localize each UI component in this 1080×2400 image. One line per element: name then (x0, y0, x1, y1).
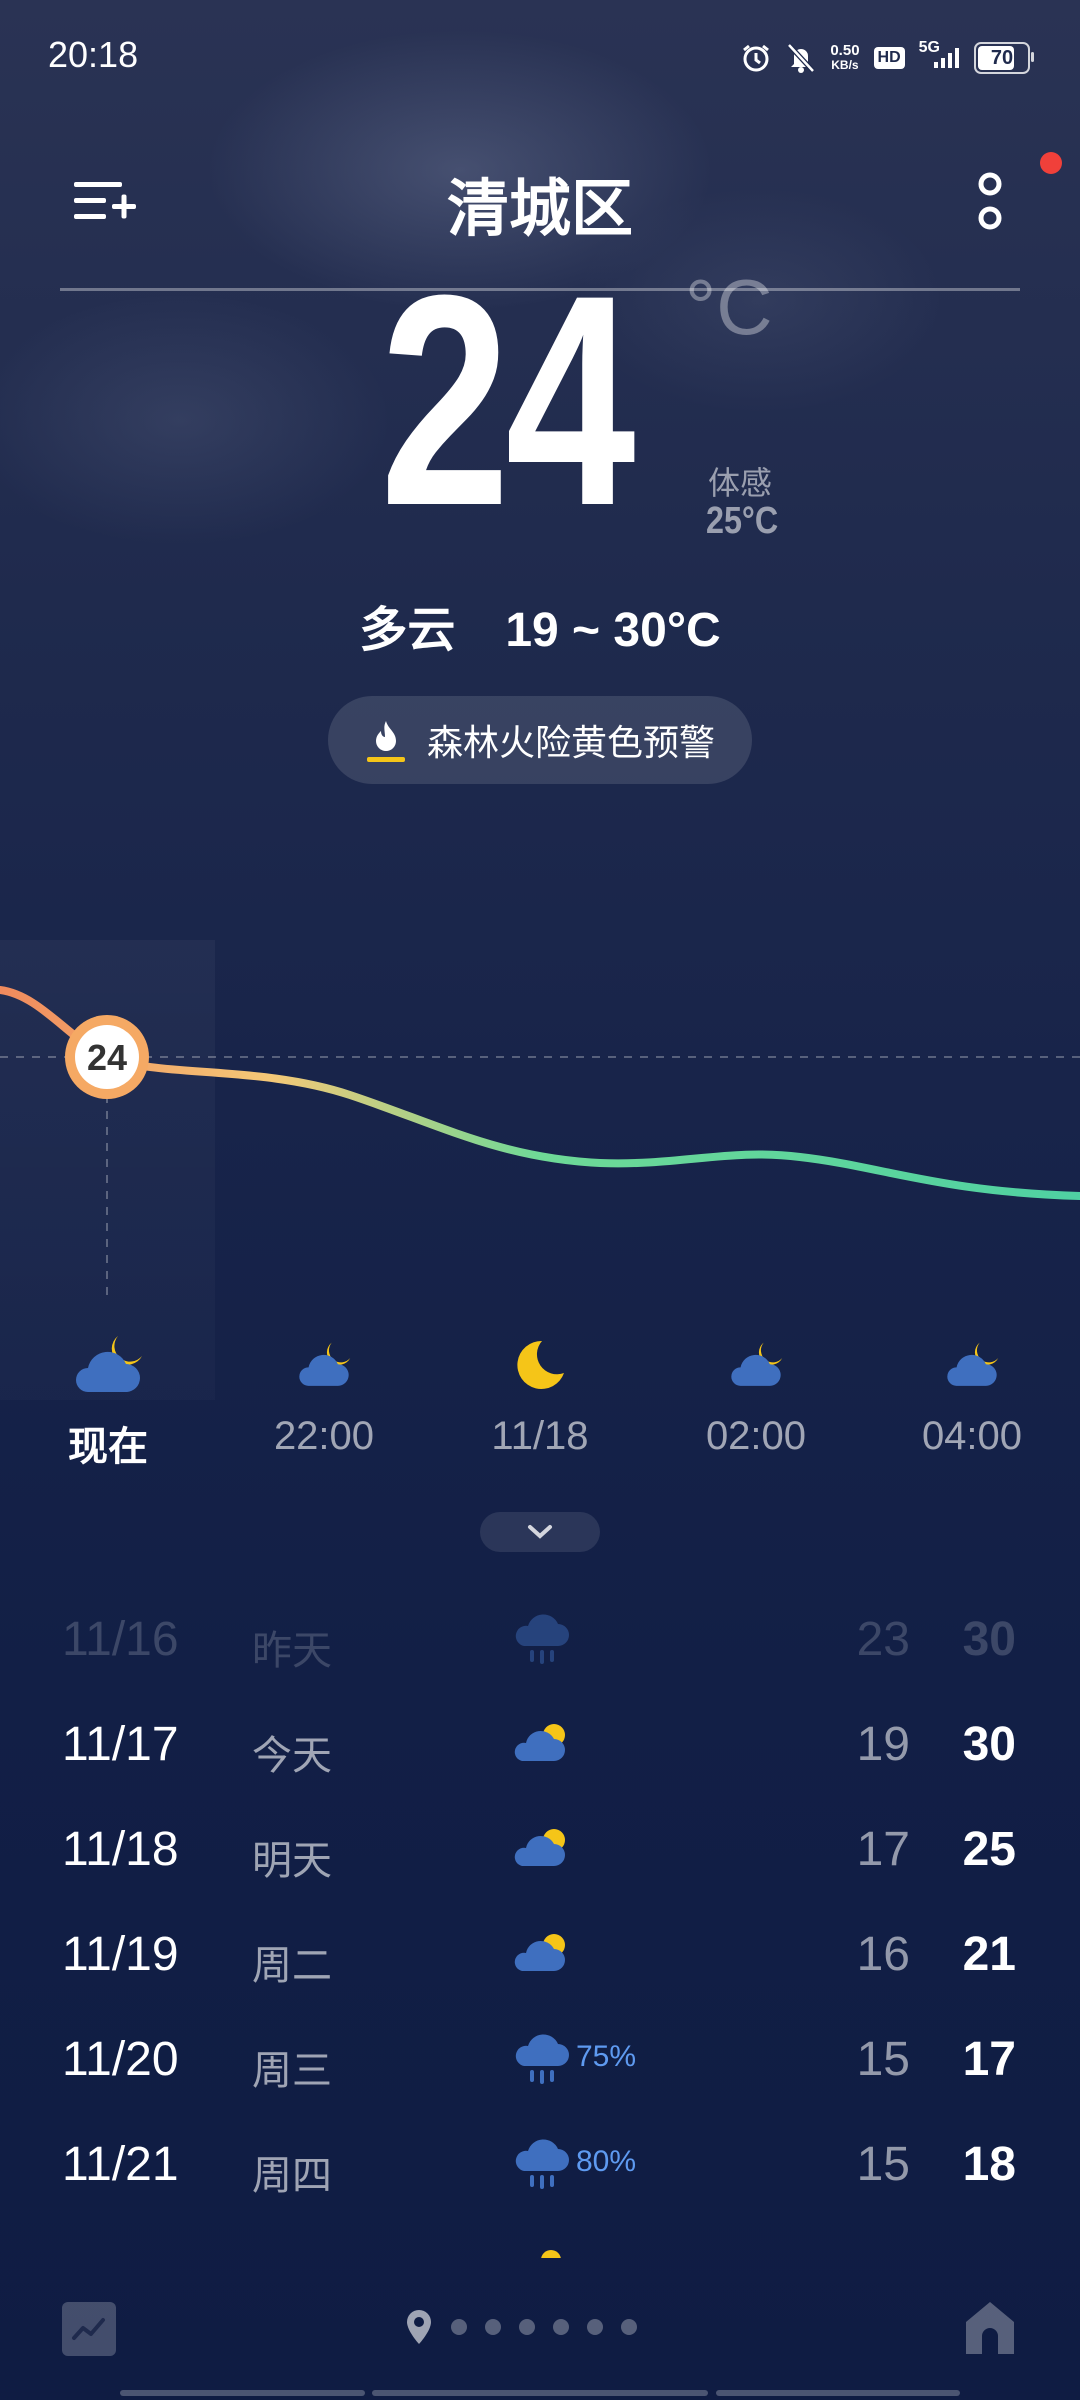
daily-row[interactable]: 11/19 周二 16 21 (0, 1905, 1080, 2005)
daily-high: 18 (962, 2138, 1016, 2191)
nav-handle-segment (120, 2390, 365, 2396)
trend-chart-icon (72, 2318, 105, 2340)
cloudy-night-icon (666, 1330, 846, 1400)
chevron-down-icon (528, 1525, 552, 1539)
location-pin-icon (407, 2310, 431, 2344)
rain-icon (515, 2034, 569, 2084)
signal-icon: 5G (919, 39, 960, 70)
daily-row[interactable]: 11/20 周三 75% 15 17 (0, 2010, 1080, 2110)
temperature-unit: °C (685, 263, 773, 351)
hourly-label: 02:00 (705, 1414, 807, 1458)
nav-handle-segment (716, 2390, 960, 2396)
partly-cloudy-icon (514, 1724, 565, 1761)
hourly-forecast: 现在 22:00 11/18 02:00 04:00 (0, 1330, 1080, 1490)
daily-date: 11/20 (62, 2033, 179, 2086)
page-dot (553, 2319, 569, 2335)
cloudy-night-icon (18, 1330, 198, 1400)
page-dot (485, 2319, 501, 2335)
expand-forecast-button[interactable] (480, 1512, 600, 1552)
daily-day-name: 明天 (252, 1838, 332, 1884)
hourly-item-now: 现在 (18, 1330, 198, 1472)
hourly-label: 04:00 (921, 1414, 1023, 1458)
daily-low: 15 (856, 2033, 910, 2086)
condition-text: 多云 (359, 602, 456, 658)
feels-like-label: 体感 (708, 464, 773, 502)
temp-range: 19 ~ 30°C (505, 604, 721, 657)
partly-cloudy-icon (514, 1934, 565, 1971)
cloudy-night-icon (882, 1330, 1062, 1400)
daily-low: 19 (856, 1718, 910, 1771)
hourly-item: 11/18 (450, 1330, 630, 1459)
daily-day-name: 周四 (252, 2153, 332, 2199)
daily-low: 23 (856, 1613, 910, 1666)
daily-day-name: 周二 (252, 1943, 332, 1989)
hourly-label: 22:00 (273, 1414, 375, 1458)
current-temperature: 24 (380, 232, 636, 568)
status-time: 20:18 (48, 34, 139, 75)
alert-text: 森林火险黄色预警 (426, 723, 715, 764)
daily-high: 17 (962, 2033, 1016, 2086)
daily-date: 11/19 (62, 1928, 179, 1981)
condition-row: 多云 19 ~ 30°C (0, 590, 1080, 660)
daily-precip: 80% (576, 2145, 637, 2178)
moon-icon (450, 1330, 630, 1400)
hourly-item: 04:00 (882, 1330, 1062, 1459)
city-page-indicator[interactable] (405, 2308, 637, 2346)
daily-high: 21 (962, 1928, 1016, 1981)
rain-icon (515, 1614, 569, 1664)
alarm-icon (740, 42, 772, 74)
daily-day-name: 昨天 (252, 1628, 332, 1674)
feels-like-value: 25°C (706, 500, 779, 542)
warning-alert-button[interactable]: 森林火险黄色预警 (328, 696, 752, 784)
daily-high: 30 (962, 1613, 1016, 1666)
page-dot (451, 2319, 467, 2335)
hourly-item: 22:00 (234, 1330, 414, 1459)
fire-icon (366, 721, 405, 762)
daily-row[interactable]: 11/18 明天 17 25 (0, 1800, 1080, 1900)
daily-low: 17 (856, 1823, 910, 1876)
hourly-temperature-chart: 24 (0, 986, 1080, 1300)
daily-high: 30 (962, 1718, 1016, 1771)
daily-day-name: 周三 (252, 2048, 332, 2094)
page-dot (621, 2319, 637, 2335)
temperature-curve (0, 986, 1080, 1200)
current-marker-label: 24 (87, 1037, 127, 1078)
rain-icon (515, 2139, 569, 2189)
daily-date: 11/18 (62, 1823, 179, 1876)
notification-dot (1040, 152, 1062, 174)
hourly-label: 现在 (68, 1424, 148, 1470)
net-speed: 0.50 KB/s (830, 42, 860, 72)
nav-handle-segment (372, 2390, 708, 2396)
cloudy-night-icon (234, 1330, 414, 1400)
mute-bell-icon (786, 42, 816, 74)
current-temp-marker: 24 (65, 1015, 149, 1099)
sun-icon (541, 2250, 561, 2258)
daily-day-name: 今天 (252, 1733, 332, 1779)
daily-row[interactable]: 11/16 昨天 23 30 (0, 1590, 1080, 1690)
status-icons: 0.50 KB/s HD 5G 70 (740, 38, 1034, 78)
battery-icon: 70 (974, 42, 1034, 74)
daily-date: 11/17 (62, 1718, 179, 1771)
daily-high: 25 (962, 1823, 1016, 1876)
daily-precip: 75% (576, 2040, 637, 2073)
daily-low: 15 (856, 2138, 910, 2191)
daily-row[interactable]: 11/17 今天 19 30 (0, 1695, 1080, 1795)
page-dot (519, 2319, 535, 2335)
hourly-item: 02:00 (666, 1330, 846, 1459)
daily-low: 16 (856, 1928, 910, 1981)
more-dots-icon (978, 172, 1002, 230)
home-button[interactable] (962, 2298, 1018, 2358)
status-bar: 20:18 0.50 KB/s HD 5G 70 (0, 0, 1080, 110)
hourly-label: 11/18 (491, 1414, 589, 1458)
page-dot (587, 2319, 603, 2335)
home-icon (966, 2302, 1014, 2354)
more-options-button[interactable] (960, 168, 1020, 238)
trend-chart-button[interactable] (62, 2302, 116, 2356)
daily-row[interactable]: 11/21 周四 80% 15 18 (0, 2115, 1080, 2215)
hd-badge: HD (873, 47, 905, 69)
daily-date: 11/21 (62, 2138, 179, 2191)
daily-date: 11/16 (62, 1613, 179, 1666)
partly-cloudy-icon (514, 1829, 565, 1866)
